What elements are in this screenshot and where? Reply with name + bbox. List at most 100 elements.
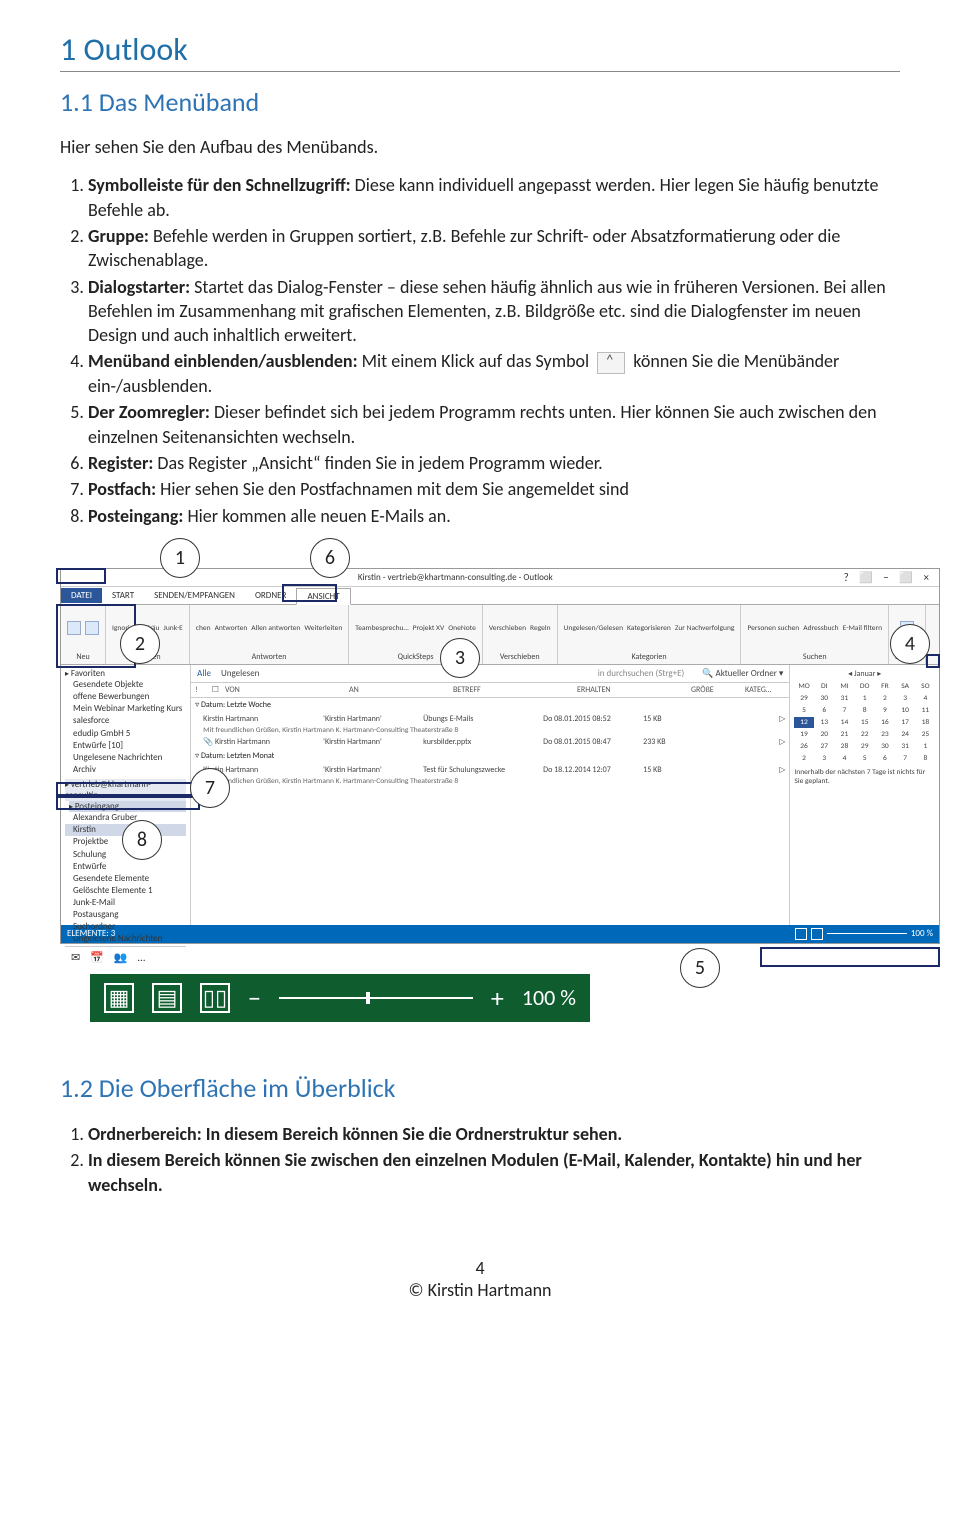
mini-calendar[interactable]: MODIMIDOFRSASO29303112345678910111213141… [794,681,935,764]
cal-day[interactable]: 24 [896,729,915,740]
sidebar-item[interactable]: Alexandra Gruber [65,812,186,824]
cal-day[interactable]: 30 [875,741,894,752]
ribbon-command[interactable]: Teambesprechu… [355,624,408,633]
message-row[interactable]: Kirstin Hartmann'Kirstin Hartmann'Test f… [191,763,789,777]
sidebar-item[interactable]: offene Bewerbungen [65,691,186,703]
ribbon-command-icon[interactable] [85,621,99,635]
filter-unread[interactable]: Ungelesen [221,668,259,679]
ribbon-command-icon[interactable] [67,621,81,635]
tab-senden[interactable]: SENDEN/EMPFANGEN [144,588,245,603]
status-zoom-area[interactable]: 100 % [795,928,933,940]
zoom-minus-icon[interactable]: − [248,982,261,1014]
cal-day[interactable]: 14 [835,717,854,728]
cal-day[interactable]: 13 [815,717,834,728]
sidebar-item[interactable]: edudip GmbH 5 [65,728,186,740]
cal-day[interactable]: 12 [794,717,813,728]
sidebar-account[interactable]: vertrieb@khartmann-consultin… [65,779,186,801]
cal-day[interactable]: 20 [815,729,834,740]
cal-day[interactable]: 26 [794,741,813,752]
cal-day[interactable]: 2 [875,693,894,704]
sidebar-item[interactable]: Postausgang [65,909,186,921]
read-view-icon[interactable]: ▯▯ [200,983,230,1013]
ribbon-command[interactable]: Kategorisieren [627,624,671,633]
sidebar-item[interactable]: Entwürfe [65,861,186,873]
zoom-slider[interactable] [279,997,473,999]
cal-day[interactable]: 18 [916,717,935,728]
cal-day[interactable]: 30 [815,693,834,704]
search-box[interactable]: in durchsuchen (Strg+E) [598,668,685,679]
ribbon-command[interactable]: Allen antworten [251,624,300,633]
cal-day[interactable]: 29 [794,693,813,704]
cal-day[interactable]: 1 [855,693,874,704]
cal-day[interactable]: 10 [896,705,915,716]
cal-day[interactable]: 16 [875,717,894,728]
cal-day[interactable]: 29 [855,741,874,752]
calendar-icon[interactable]: 📅 [90,951,104,964]
ribbon-command[interactable]: Zur Nachverfolgung [675,624,735,633]
cal-day[interactable]: 6 [875,753,894,764]
cal-day[interactable]: 9 [875,705,894,716]
view-icon[interactable] [795,928,807,940]
cal-day[interactable]: 31 [896,741,915,752]
sidebar-inbox[interactable]: Posteingang [69,801,186,812]
cal-day[interactable]: 21 [835,729,854,740]
list-group-header[interactable]: ▿ Datum: Letzten Monat [191,749,789,763]
cal-day[interactable]: 8 [855,705,874,716]
sidebar-item[interactable]: salesforce [65,715,186,727]
tab-ordner[interactable]: ORDNER [245,588,296,603]
cal-day[interactable]: 5 [855,753,874,764]
ribbon-command[interactable]: Weiterleiten [304,624,342,633]
sidebar-item[interactable]: Mein Webinar Marketing Kurs [65,703,186,715]
cal-day[interactable]: 3 [896,693,915,704]
more-icon[interactable]: … [138,951,146,964]
search-scope[interactable]: 🔍 Aktueller Ordner ▾ [702,668,783,679]
window-controls[interactable]: ? ⬜ − ⬜ × [844,571,933,584]
cal-day[interactable]: 3 [815,753,834,764]
grid-view-icon[interactable]: ▦ [104,983,134,1013]
cal-day[interactable]: 1 [916,741,935,752]
sidebar-favorites-header[interactable]: Favoriten [65,668,186,679]
zoom-plus-icon[interactable]: + [491,982,504,1014]
ribbon-command[interactable]: Personen suchen [747,624,799,633]
ribbon-command[interactable]: Antworten [215,624,248,633]
cal-day[interactable]: 8 [916,753,935,764]
cal-day[interactable]: 28 [835,741,854,752]
cal-day[interactable]: 4 [916,693,935,704]
cal-day[interactable]: 25 [916,729,935,740]
cal-day[interactable]: 4 [835,753,854,764]
sidebar-item[interactable]: Entwürfe [10] [65,740,186,752]
sidebar-item[interactable]: Gelöschte Elemente 1 [65,885,186,897]
sidebar-item[interactable]: Gesendete Objekte [65,679,186,691]
sidebar-item[interactable]: Junk-E-Mail [65,897,186,909]
sidebar-item[interactable]: Archiv [65,764,186,776]
cal-day[interactable]: 5 [794,705,813,716]
cal-day[interactable]: 11 [916,705,935,716]
cal-day[interactable]: 6 [815,705,834,716]
cal-day[interactable]: 7 [896,753,915,764]
ribbon-command[interactable]: OneNote [448,624,476,633]
cal-month[interactable]: ◂ Januar ▸ [794,669,935,679]
ribbon-command[interactable]: Projekt XV [413,624,445,633]
filter-all[interactable]: Alle [197,668,211,679]
ribbon-command[interactable]: Ungelesen/Gelesen [564,624,623,633]
sidebar-item[interactable]: Gesendete Elemente [65,873,186,885]
view-icon[interactable] [811,928,823,940]
cal-day[interactable]: 23 [875,729,894,740]
ribbon-command[interactable]: Junk-E [163,624,182,633]
cal-day[interactable]: 17 [896,717,915,728]
cal-day[interactable]: 2 [794,753,813,764]
ribbon-command[interactable]: Verschieben [489,624,526,633]
ribbon-command[interactable]: E-Mail filtern [843,624,882,633]
people-icon[interactable]: 👥 [114,951,128,964]
cal-day[interactable]: 15 [855,717,874,728]
tab-start[interactable]: START [102,588,144,603]
tab-datei[interactable]: DATEI [61,588,102,603]
ribbon-command[interactable]: Adressbuch [803,624,838,633]
message-row[interactable]: 📎 Kirstin Hartmann'Kirstin Hartmann'kurs… [191,735,789,749]
cal-day[interactable]: 31 [835,693,854,704]
ribbon-command[interactable]: chen [196,624,211,633]
cal-day[interactable]: 7 [835,705,854,716]
list-group-header[interactable]: ▿ Datum: Letzte Woche [191,698,789,712]
sidebar-item[interactable]: Ungelesene Nachrichten [65,752,186,764]
cal-day[interactable]: 19 [794,729,813,740]
